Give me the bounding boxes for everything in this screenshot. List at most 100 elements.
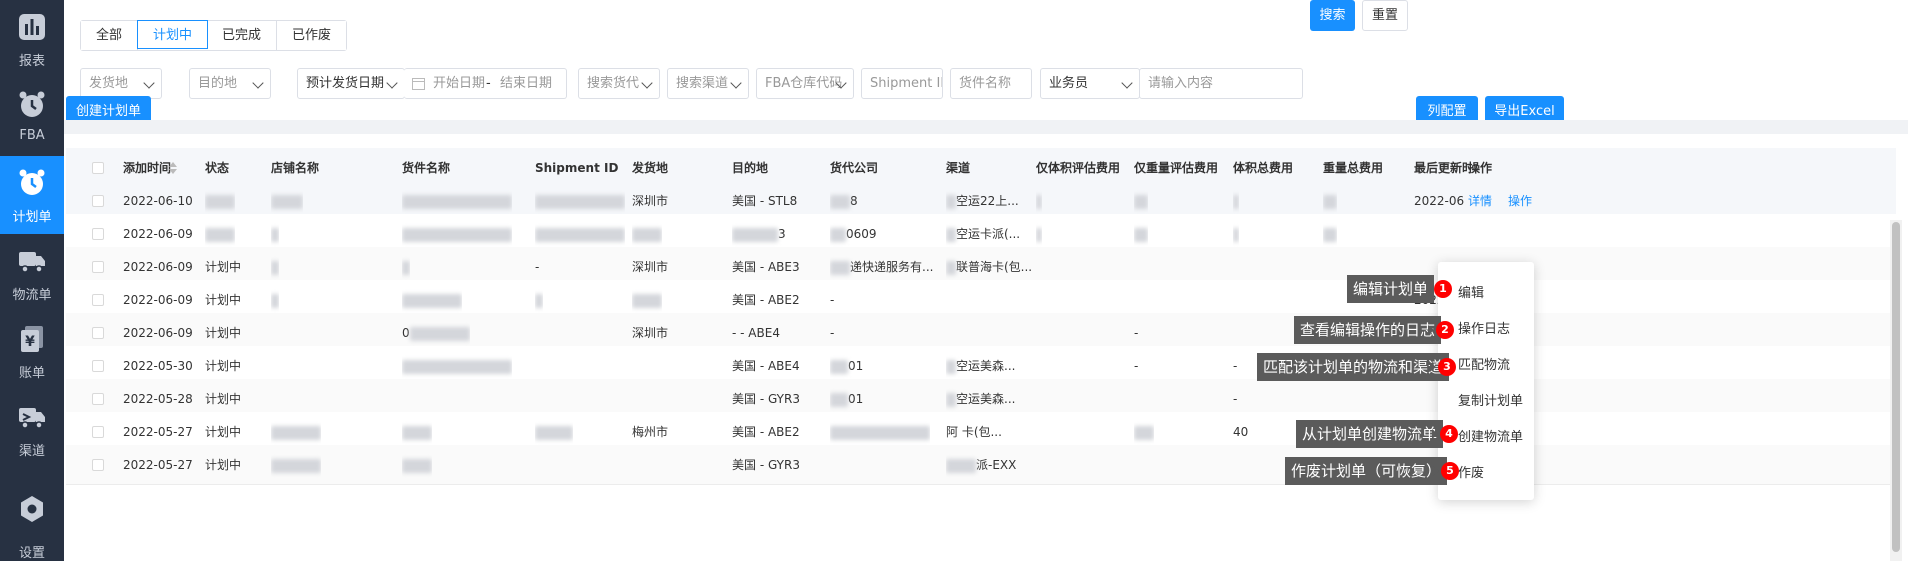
callout-badge-4: 4 — [1440, 425, 1458, 443]
sidebar-item-label: FBA — [19, 128, 45, 143]
forwarder-text: 8 — [850, 194, 858, 208]
forwarder-search-select[interactable]: 搜索货代 — [578, 68, 660, 99]
destination-select[interactable]: 目的地 — [189, 68, 271, 99]
row-checkbox[interactable] — [92, 228, 104, 240]
channel-search-select[interactable]: 搜索渠道 — [667, 68, 749, 99]
callout-badge-2: 2 — [1436, 321, 1454, 339]
cell-channel: 派-EXX — [946, 445, 1016, 485]
chevron-down-icon — [1121, 77, 1133, 89]
ship-from-select[interactable]: 发货地 — [80, 68, 162, 99]
goods-name-input[interactable]: 货件名称 — [950, 68, 1032, 99]
menu-item-void[interactable]: 作废 — [1458, 462, 1484, 481]
main-content: 全部 计划中 已完成 已作废 发货地 目的地 预计发货日期 开始日期 - 结束日… — [64, 0, 1908, 561]
sidebar-item-settings[interactable]: 设置 — [0, 484, 64, 561]
scrollbar-thumb[interactable] — [1892, 222, 1900, 552]
callout-match-logistics: 匹配该计划单的物流和渠道 — [1257, 353, 1450, 381]
search-button[interactable]: 搜索 — [1310, 0, 1355, 31]
menu-item-create-logistics[interactable]: 创建物流单 — [1458, 426, 1523, 445]
row-checkbox[interactable] — [92, 261, 104, 273]
cell-goods — [402, 445, 432, 485]
sidebar-item-reports[interactable]: 报表 — [0, 0, 64, 78]
callout-badge-3: 3 — [1438, 358, 1456, 376]
select-all-checkbox[interactable] — [92, 162, 104, 174]
callout-operation-log: 查看编辑操作的日志 — [1294, 316, 1442, 344]
callout-badge-5: 5 — [1441, 462, 1459, 480]
row-checkbox[interactable] — [92, 426, 104, 438]
tab-planning[interactable]: 计划中 — [137, 20, 209, 49]
end-date-placeholder: 结束日期 — [500, 76, 553, 91]
channel-text: 空运美森... — [956, 392, 1016, 406]
svg-text:¥: ¥ — [25, 334, 35, 350]
channel-text: 空运22上... — [956, 194, 1019, 208]
row-checkbox[interactable] — [92, 393, 104, 405]
chevron-down-icon — [641, 77, 653, 89]
sidebar-item-channels[interactable]: 渠道 — [0, 390, 64, 468]
fba-code-select[interactable]: FBA仓库代码 — [756, 68, 854, 99]
truck-icon — [19, 252, 45, 273]
date-separator: - — [486, 76, 491, 91]
salesperson-value: 业务员 — [1049, 76, 1089, 91]
menu-item-edit[interactable]: 编辑 — [1458, 282, 1484, 301]
row-checkbox[interactable] — [92, 195, 104, 207]
row-checkbox[interactable] — [92, 459, 104, 471]
forwarder-text: 01 — [848, 359, 864, 373]
callout-badge-1: 1 — [1434, 280, 1452, 298]
channel-text: 空运卡派(... — [956, 227, 1021, 241]
sidebar: 报表 FBA 计划单 物流单 ¥ 账单 渠道 设置 — [0, 0, 64, 561]
alarm-clock-icon — [19, 91, 45, 117]
callout-arrow — [1428, 325, 1434, 335]
row-checkbox[interactable] — [92, 360, 104, 372]
shipment-id-placeholder: Shipment ID — [870, 76, 943, 91]
row-checkbox[interactable] — [92, 294, 104, 306]
chevron-down-icon — [252, 77, 264, 89]
chevron-down-icon — [386, 77, 398, 89]
goods-text: 0 — [402, 326, 410, 340]
bill-icon: ¥ — [21, 326, 43, 352]
table-scrollbar[interactable] — [1890, 220, 1902, 561]
content-input[interactable]: 请输入内容 — [1139, 68, 1303, 99]
menu-item-copy-plan[interactable]: 复制计划单 — [1458, 390, 1523, 409]
cell-status: 计划中 — [205, 458, 242, 472]
tab-completed[interactable]: 已完成 — [207, 21, 278, 50]
cell-date: 2022-05-27 — [123, 458, 193, 472]
forwarder-placeholder: 搜索货代 — [587, 76, 640, 91]
sidebar-item-plans[interactable]: 计划单 — [0, 156, 64, 234]
tab-voided[interactable]: 已作废 — [277, 21, 347, 50]
table-row[interactable]: 2022-05-27 计划中 美国 - GYR3 派-EXX 2022-06-0… — [66, 445, 1896, 485]
chevron-down-icon — [143, 77, 155, 89]
sidebar-item-label: 渠道 — [18, 444, 45, 459]
sidebar-item-label: 物流单 — [12, 288, 52, 303]
start-date-placeholder: 开始日期 — [433, 76, 486, 91]
sidebar-item-bills[interactable]: ¥ 账单 — [0, 312, 64, 390]
sidebar-item-fba[interactable]: FBA — [0, 78, 64, 156]
reset-button[interactable]: 重置 — [1362, 0, 1408, 31]
tab-all[interactable]: 全部 — [81, 21, 139, 50]
sidebar-item-label: 报表 — [18, 54, 45, 69]
sidebar-item-label: 设置 — [18, 546, 45, 561]
channel-text: 联普海卡(包... — [956, 260, 1033, 274]
menu-item-match-logistics[interactable]: 匹配物流 — [1458, 354, 1510, 373]
cell-store — [271, 445, 321, 485]
destination-placeholder: 目的地 — [198, 76, 238, 91]
channel-placeholder: 搜索渠道 — [676, 76, 729, 91]
date-range-picker[interactable]: 开始日期 - 结束日期 — [404, 68, 567, 99]
menu-item-operation-log[interactable]: 操作日志 — [1458, 318, 1510, 337]
content-placeholder: 请输入内容 — [1148, 76, 1214, 91]
shipment-id-input[interactable]: Shipment ID — [861, 68, 943, 99]
sidebar-item-label: 计划单 — [12, 210, 52, 225]
app-window: 报表 FBA 计划单 物流单 ¥ 账单 渠道 设置 全部 计划中 已完成 已作废… — [0, 0, 1908, 561]
fba-code-placeholder: FBA仓库代码 — [765, 76, 843, 91]
channel-text: 空运美森... — [956, 359, 1016, 373]
calendar-icon — [412, 78, 425, 90]
forwarder-text: 01 — [848, 392, 864, 406]
forwarder-text: 递快递服务有... — [850, 260, 934, 274]
callout-arrow — [1433, 466, 1439, 476]
bar-chart-icon — [19, 14, 45, 40]
date-type-select[interactable]: 预计发货日期 — [297, 68, 405, 99]
sidebar-item-logistics[interactable]: 物流单 — [0, 234, 64, 312]
date-type-value: 预计发货日期 — [306, 76, 385, 91]
sort-icon[interactable] — [169, 162, 177, 174]
callout-arrow — [1432, 429, 1438, 439]
salesperson-select[interactable]: 业务员 — [1040, 68, 1140, 99]
row-checkbox[interactable] — [92, 327, 104, 339]
